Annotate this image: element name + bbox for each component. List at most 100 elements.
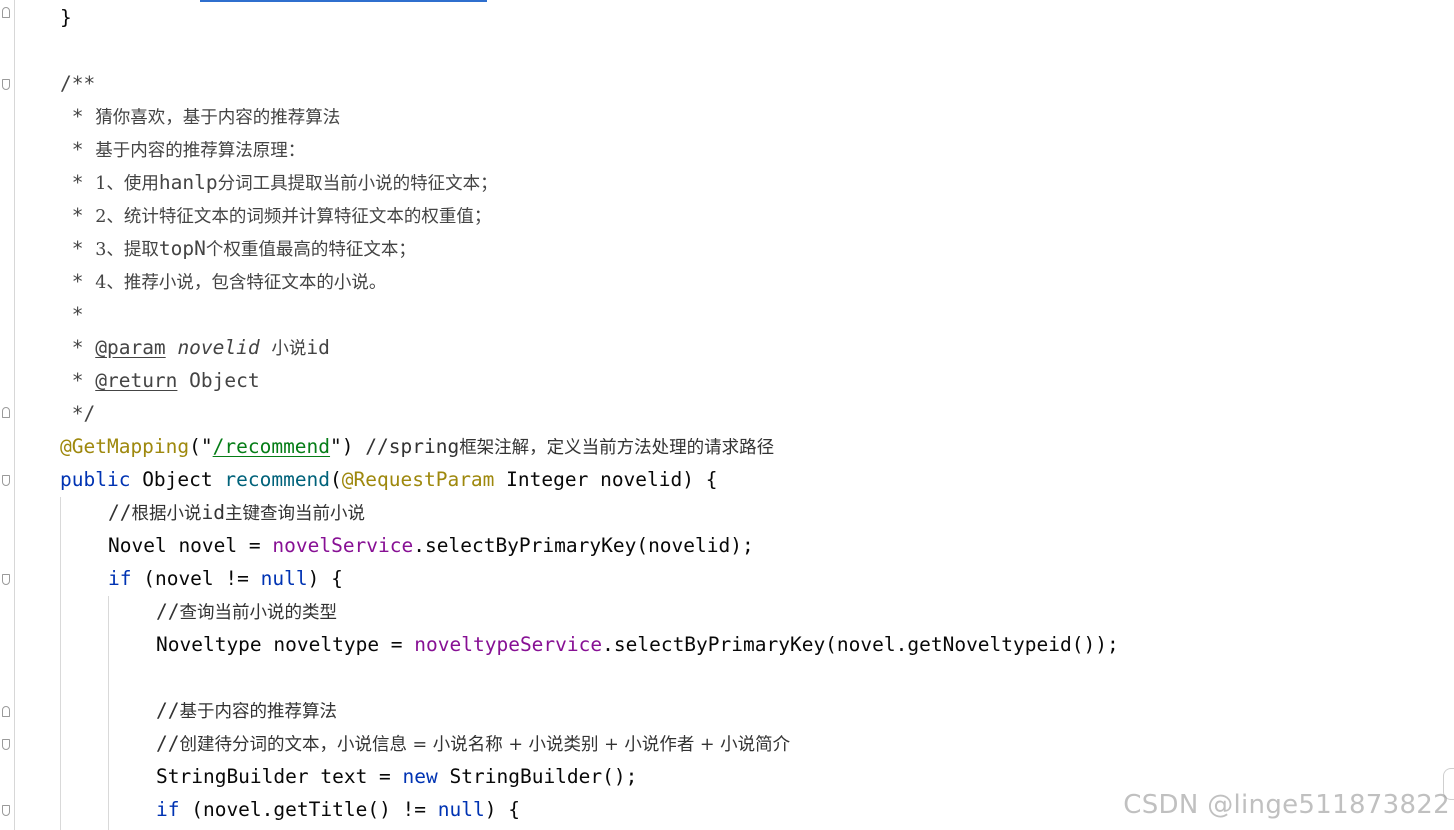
line-comment-text: 创建待分词的文本，小说信息 = 小说名称 + 小说类别 + 小说作者 + 小说简… [179, 735, 791, 755]
code-line: * 1、使用hanlp分词工具提取当前小说的特征文本； [60, 166, 498, 199]
code-text: StringBuilder(); [437, 765, 638, 788]
code-text: .selectByPrimaryKey(novel.getNoveltypeid… [602, 633, 1119, 656]
code-text: ( [330, 468, 342, 491]
line-comment-text: 根据小说 [131, 504, 202, 524]
doc-star: * [60, 171, 96, 194]
code-line: * 4、推荐小说，包含特征文本的小说。 [60, 265, 387, 298]
keyword: if [108, 567, 132, 590]
line-comment-text: 查询当前小说的类型 [179, 603, 337, 623]
javadoc-param-name: novelid [177, 336, 260, 359]
doc-text: 3、提取 [95, 240, 159, 260]
annotation-getmapping: @GetMapping [60, 435, 190, 458]
doc-text: 个权重值最高的特征文本； [205, 240, 416, 260]
code-line: StringBuilder text = new StringBuilder()… [156, 760, 637, 793]
line-comment: //spring [365, 435, 460, 458]
code-text: Noveltype noveltype = [156, 633, 415, 656]
punctuation: (" [189, 435, 213, 458]
line-comment: // [156, 699, 180, 722]
code-line: * @param novelid 小说id [60, 331, 330, 364]
code-line: */ [60, 397, 96, 430]
code-line: } [60, 1, 72, 34]
fold-icon[interactable] [2, 475, 10, 486]
fold-icon[interactable] [2, 79, 10, 90]
request-path-link[interactable]: /recommend [213, 435, 330, 458]
code-text: Novel novel = [108, 534, 273, 557]
code-text: ) { [484, 798, 520, 821]
code-line: //查询当前小说的类型 [156, 595, 337, 628]
doc-text: Object [177, 369, 260, 392]
doc-text: 4、推荐小说，包含特征文本的小说。 [95, 273, 387, 293]
brace: } [60, 6, 72, 29]
line-comment: // [156, 600, 180, 623]
fold-icon[interactable] [2, 805, 10, 816]
line-comment-text: 主键查询当前小说 [224, 504, 365, 524]
method-name: recommend [224, 468, 331, 491]
doc-text: 基于内容的推荐算法原理： [95, 141, 306, 161]
doc-text: 小说 [271, 339, 307, 359]
line-comment: // [108, 501, 132, 524]
code-line: * 3、提取topN个权重值最高的特征文本； [60, 232, 416, 265]
code-text: StringBuilder text = [156, 765, 403, 788]
doc-comment-start: /** [60, 72, 96, 95]
doc-star: * [60, 237, 96, 260]
tab-underline [200, 0, 487, 2]
code-text: (novel != [131, 567, 261, 590]
doc-star: * [60, 138, 96, 161]
code-text: Object [130, 468, 225, 491]
doc-star: * [60, 270, 96, 293]
line-comment-text: 基于内容的推荐算法 [179, 702, 337, 722]
line-comment-text: 框架注解，定义当前方法处理的请求路径 [459, 438, 775, 458]
editor-gutter [0, 0, 15, 830]
code-text: ) { [307, 567, 343, 590]
javadoc-return-tag: @return [95, 369, 178, 392]
keyword: null [260, 567, 308, 590]
code-line: * @return Object [60, 364, 260, 397]
keyword: new [402, 765, 438, 788]
doc-text: 猜你喜欢，基于内容的推荐算法 [95, 108, 341, 128]
doc-text-mono: hanlp [158, 171, 218, 194]
keyword: null [437, 798, 485, 821]
doc-text-mono: topN [158, 237, 206, 260]
code-line: @GetMapping("/recommend") //spring框架注解，定… [60, 430, 774, 463]
code-line: //基于内容的推荐算法 [156, 694, 337, 727]
punctuation: ") [330, 435, 366, 458]
doc-text: 2、统计特征文本的词频并计算特征文本的权重值； [95, 207, 492, 227]
fold-icon[interactable] [2, 706, 10, 717]
indent-guide [108, 596, 109, 830]
code-line: * [60, 298, 84, 331]
doc-star: * [60, 336, 96, 359]
code-line: //创建待分词的文本，小说信息 = 小说名称 + 小说类别 + 小说作者 + 小… [156, 727, 790, 760]
doc-star: * [60, 105, 96, 128]
keyword: if [156, 798, 180, 821]
field-reference: noveltypeService [414, 633, 603, 656]
doc-text: 分词工具提取当前小说的特征文本； [217, 174, 498, 194]
code-line: * 2、统计特征文本的词频并计算特征文本的权重值； [60, 199, 492, 232]
code-text: .selectByPrimaryKey(novelid); [413, 534, 754, 557]
fold-icon[interactable] [2, 407, 10, 418]
keyword: public [60, 468, 131, 491]
code-line: Novel novel = novelService.selectByPrima… [108, 529, 754, 562]
indent-guide [60, 497, 61, 830]
doc-text: 1、使用 [95, 174, 159, 194]
fold-icon[interactable] [2, 574, 10, 585]
line-comment: // [156, 732, 180, 755]
javadoc-param-tag: @param [95, 336, 166, 359]
code-editor[interactable]: } /** * 猜你喜欢，基于内容的推荐算法 * 基于内容的推荐算法原理： * … [0, 0, 1454, 830]
doc-comment-end: */ [60, 402, 96, 425]
code-line: if (novel != null) { [108, 562, 343, 595]
code-line: if (novel.getTitle() != null) { [156, 793, 520, 826]
line-comment-mono: id [201, 501, 225, 524]
field-reference: novelService [272, 534, 414, 557]
code-line: * 基于内容的推荐算法原理： [60, 133, 306, 166]
code-line: * 猜你喜欢，基于内容的推荐算法 [60, 100, 341, 133]
code-text: (novel.getTitle() != [179, 798, 438, 821]
annotation-requestparam: @RequestParam [341, 468, 495, 491]
code-line: /** [60, 67, 95, 100]
doc-star: * [60, 204, 96, 227]
fold-icon[interactable] [2, 7, 10, 18]
watermark: CSDN @linge511873822 [1123, 790, 1450, 820]
fold-icon[interactable] [2, 739, 10, 750]
doc-star: * [60, 303, 84, 326]
doc-star: * [60, 369, 96, 392]
